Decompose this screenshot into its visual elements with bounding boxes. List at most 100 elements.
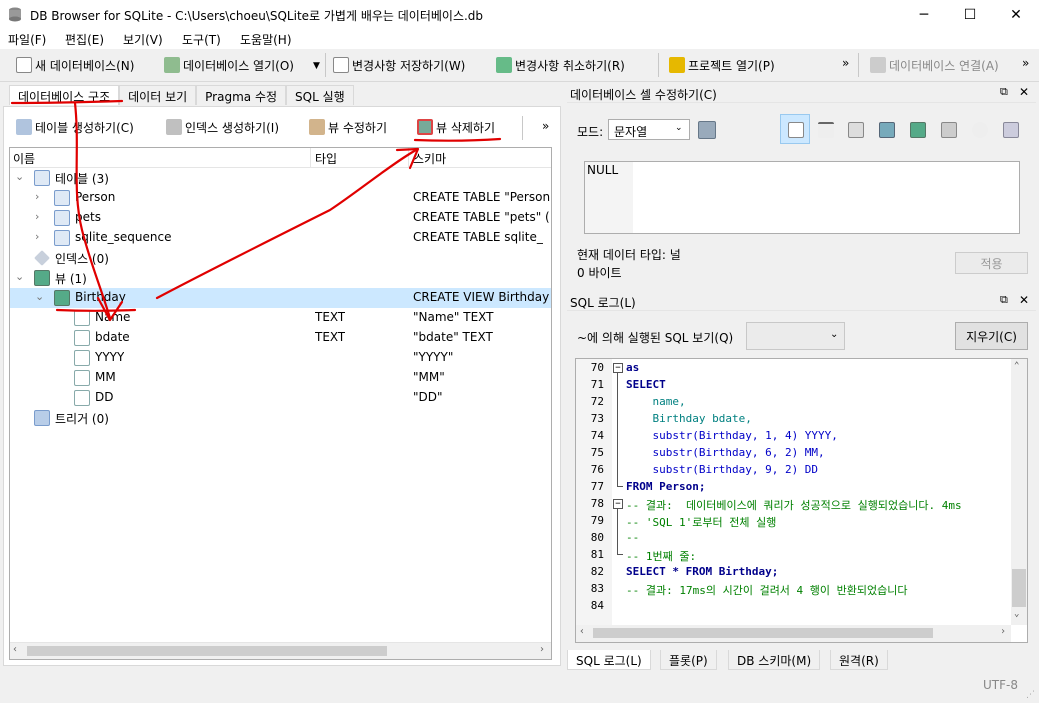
write-changes-icon [333,57,349,73]
open-database-button[interactable]: 데이터베이스 열기(O) [160,54,298,76]
structure-toolbar-overflow[interactable]: » [542,119,549,133]
tree-horizontal-scrollbar[interactable]: ‹ › [10,642,551,659]
collapse-icon[interactable]: ⌄ [35,290,47,303]
tab-db-schema[interactable]: DB 스키마(M) [728,650,821,670]
tree-item-schema: "YYYY" [413,350,454,364]
header-type[interactable]: 타입 [315,148,337,168]
log-horizontal-scrollbar[interactable]: ‹ › [576,625,1011,642]
write-changes-button[interactable]: 변경사항 저장하기(W) [329,54,469,76]
dock-float-icon[interactable]: ⧉ [1000,85,1008,99]
tab-remote[interactable]: 원격(R) [830,650,888,670]
expand-icon[interactable]: › [35,190,47,203]
menu-view[interactable]: 보기(V) [123,31,163,48]
tree-row-person[interactable]: › Person CREATE TABLE "Person [10,188,551,208]
close-window-button[interactable]: ✕ [993,0,1039,29]
revert-changes-button[interactable]: 변경사항 취소하기(R) [492,54,629,76]
modify-view-button[interactable]: 뷰 수정하기 [305,116,391,138]
menu-tools[interactable]: 도구(T) [182,31,221,48]
tab-plot[interactable]: 플롯(P) [660,650,717,670]
tree-row-pets[interactable]: › pets CREATE TABLE "pets" ( [10,208,551,228]
new-database-button[interactable]: 새 데이터베이스(N) [12,54,138,76]
export-icon[interactable] [879,122,895,138]
import-icon[interactable] [848,122,864,138]
header-name[interactable]: 이름 [13,148,35,168]
tree-row-indices[interactable]: 인덱스 (0) [10,248,551,268]
resize-grip-icon[interactable]: ⋰ [1026,690,1035,700]
dock-float-icon[interactable]: ⧉ [1000,293,1008,307]
minimize-button[interactable]: ─ [901,0,947,29]
menu-help[interactable]: 도움말(H) [240,31,292,48]
set-null-icon[interactable] [910,122,926,138]
delete-view-button[interactable]: 뷰 삭제하기 [413,116,499,138]
tree-row-field-yyyy[interactable]: YYYY "YYYY" [10,348,551,368]
toolbar-overflow-button-2[interactable]: » [1022,56,1029,70]
tree-row-tables[interactable]: ⌄ 테이블 (3) [10,168,551,188]
collapse-icon[interactable]: ⌄ [15,170,27,183]
scroll-left-icon[interactable]: ‹ [579,626,585,637]
auto-switch-mode-icon[interactable] [698,121,716,139]
scroll-thumb[interactable] [593,628,933,638]
submitted-by-select[interactable]: ⌄ [746,322,845,350]
tree-item-label: 테이블 (3) [55,172,109,186]
tab-sql-log[interactable]: SQL 로그(L) [567,650,651,670]
tree-row-sqlite-sequence[interactable]: › sqlite_sequence CREATE TABLE sqlite_ [10,228,551,248]
scroll-right-icon[interactable]: › [540,644,544,655]
modify-view-icon [309,119,325,135]
scroll-thumb[interactable] [1012,569,1026,607]
dock-close-icon[interactable]: ✕ [1019,85,1029,99]
tab-edit-pragmas[interactable]: Pragma 수정 [196,85,287,105]
open-database-dropdown-icon[interactable]: ▼ [313,61,320,71]
tab-browse-data[interactable]: 데이터 보기 [119,85,197,105]
create-table-icon [16,119,32,135]
collapse-icon[interactable]: ⌄ [15,270,27,283]
tree-row-field-bdate[interactable]: bdate TEXT "bdate" TEXT [10,328,551,348]
print-icon[interactable] [1003,122,1019,138]
log-vertical-scrollbar[interactable]: ⌃ ⌄ [1011,359,1027,625]
tab-database-structure[interactable]: 데이터베이스 구조 [9,85,120,105]
scroll-down-icon[interactable]: ⌄ [1014,609,1019,619]
app-window: { "window": { "title": "DB Browser for S… [0,0,1039,703]
sql-log-editor[interactable]: − − 70 as 71 SELECT 72 name, 73 Birthday b… [575,358,1028,643]
sql-log-title: SQL 로그(L) [570,296,636,310]
tree-row-triggers[interactable]: 트리거 (0) [10,408,551,428]
scroll-left-icon[interactable]: ‹ [13,644,17,655]
attach-database-button[interactable]: 데이터베이스 연결(A) [866,54,1003,76]
copy-icon[interactable] [941,122,957,138]
toolbar-separator [522,116,523,140]
create-index-button[interactable]: 인덱스 생성하기(I) [162,116,283,138]
revert-changes-icon [496,57,512,73]
tree-item-schema: CREATE TABLE sqlite_ [413,230,543,244]
new-database-label: 새 데이터베이스(N) [35,58,135,73]
expand-icon[interactable]: › [35,230,47,243]
log-line: 82 SELECT * FROM Birthday; [590,565,779,578]
clear-log-button[interactable]: 지우기(C) [955,322,1028,350]
toolbar-overflow-button[interactable]: » [842,56,849,70]
tree-row-field-name[interactable]: Name TEXT "Name" TEXT [10,308,551,328]
dock-close-icon[interactable]: ✕ [1019,293,1029,307]
cell-editor-textarea[interactable]: NULL [584,161,1020,234]
auto-format-icon[interactable] [818,122,834,138]
open-project-button[interactable]: 프로젝트 열기(P) [665,54,779,76]
scroll-thumb[interactable] [27,646,387,656]
scroll-right-icon[interactable]: › [1000,626,1006,637]
tree-row-field-dd[interactable]: DD "DD" [10,388,551,408]
apply-button[interactable]: 적용 [955,252,1028,274]
schema-tree[interactable]: 이름 타입 스키마 ⌄ 테이블 (3) › Person CREATE TABL… [9,147,552,660]
chevron-down-icon: ⌄ [675,123,683,133]
clear-icon[interactable] [972,122,988,138]
header-schema[interactable]: 스키마 [413,148,446,168]
scroll-up-icon[interactable]: ⌃ [1014,361,1019,371]
log-line: 76 substr(Birthday, 9, 2) DD [590,463,819,476]
menu-file[interactable]: 파일(F) [8,31,46,48]
menu-edit[interactable]: 편집(E) [65,31,104,48]
tree-row-field-mm[interactable]: MM "MM" [10,368,551,388]
mode-select[interactable]: 문자열 ⌄ [608,119,690,140]
current-data-type: 현재 데이터 타입: 널 [577,248,681,262]
tree-row-views[interactable]: ⌄ 뷰 (1) [10,268,551,288]
window-title: DB Browser for SQLite - C:\Users\choeu\S… [30,9,484,23]
create-table-button[interactable]: 테이블 생성하기(C) [12,116,138,138]
tab-execute-sql[interactable]: SQL 실행 [286,85,354,105]
maximize-button[interactable]: ☐ [947,0,993,29]
expand-icon[interactable]: › [35,210,47,223]
tree-row-birthday-view[interactable]: ⌄ Birthday CREATE VIEW Birthday [10,288,551,308]
